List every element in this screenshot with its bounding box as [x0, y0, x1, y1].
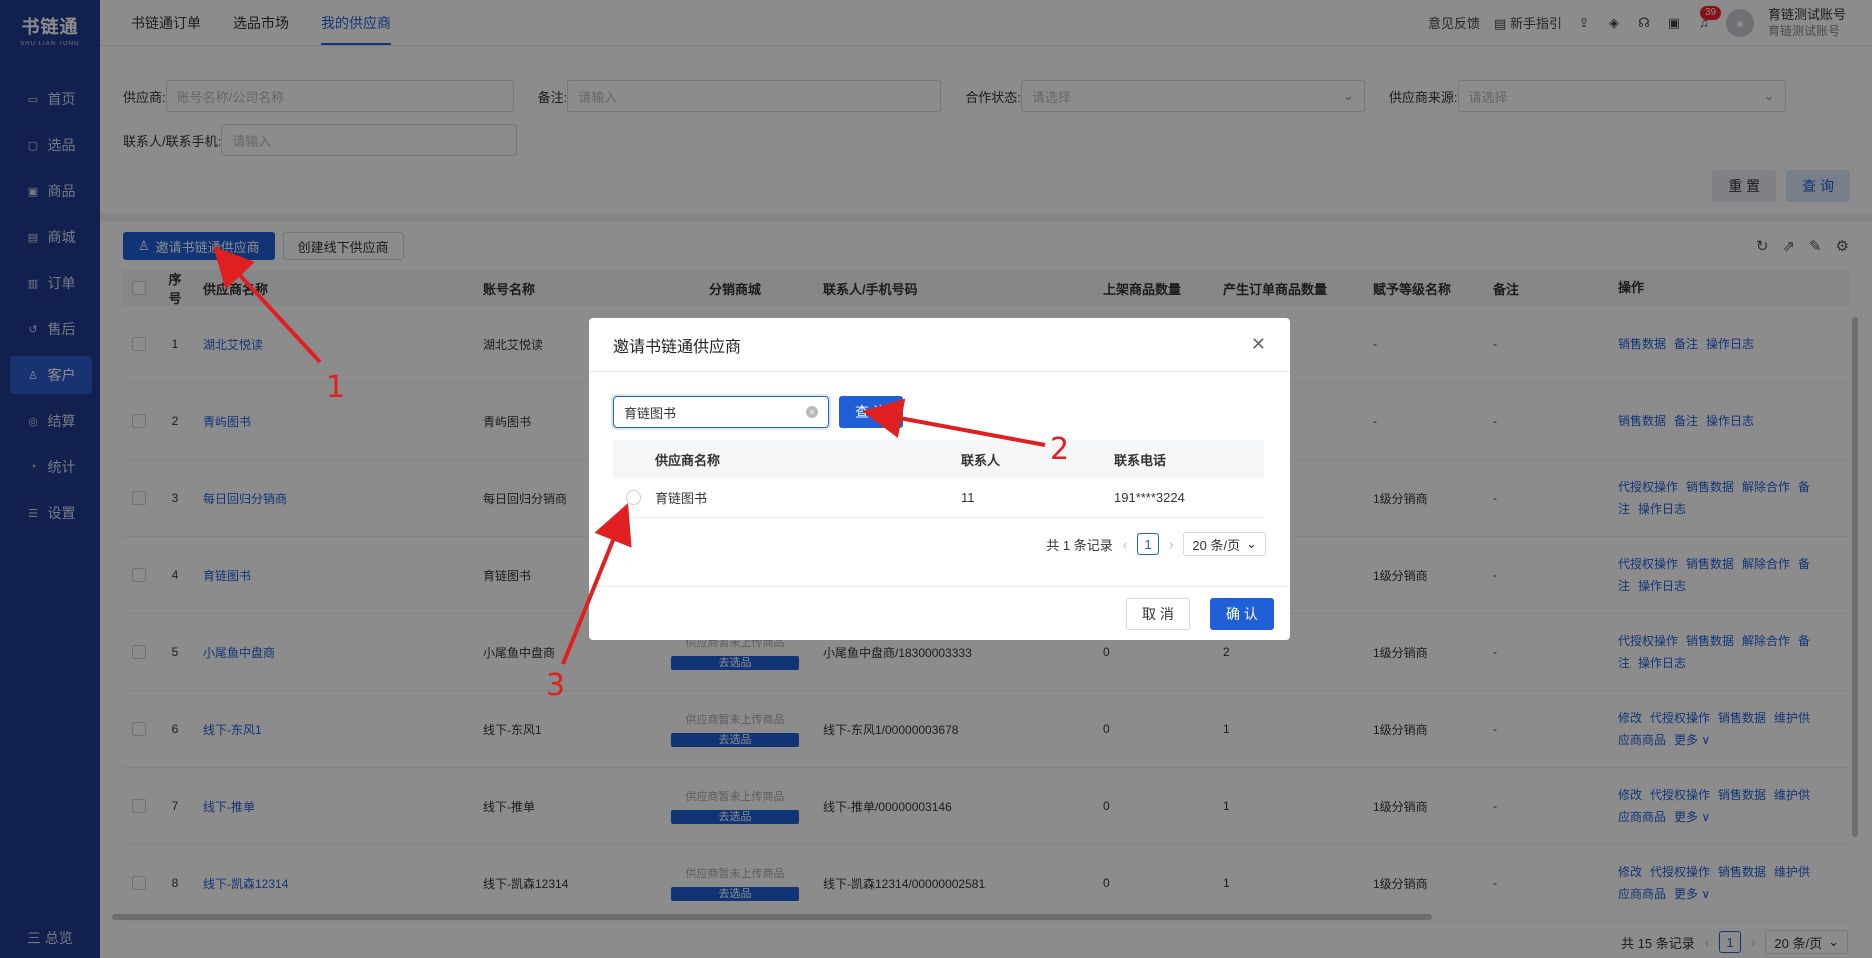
modal-table-header: 供应商名称 联系人 联系电话 — [613, 440, 1264, 478]
modal-table: 供应商名称 联系人 联系电话 育链图书 11 191****3224 — [613, 440, 1264, 518]
modal-footer: 取 消 确 认 — [589, 586, 1290, 640]
chevron-down-icon: ⌄ — [1246, 536, 1257, 551]
modal-search: 育链图书 × 查 询 — [613, 396, 1266, 428]
clear-icon[interactable]: × — [806, 406, 818, 418]
row-phone: 191****3224 — [1114, 490, 1185, 505]
cancel-button[interactable]: 取 消 — [1126, 597, 1190, 630]
modal-title: 邀请书链通供应商 — [613, 338, 742, 356]
row-contact: 11 — [961, 490, 975, 505]
confirm-button[interactable]: 确 认 — [1210, 597, 1274, 630]
close-icon[interactable]: ✕ — [1251, 334, 1266, 355]
modal-page-size-label: 20 条/页 — [1192, 537, 1241, 553]
modal-search-input[interactable]: 育链图书 × — [613, 396, 829, 428]
next-page-icon[interactable]: › — [1169, 537, 1173, 552]
modal-table-row[interactable]: 育链图书 11 191****3224 — [613, 478, 1264, 518]
invite-modal: 邀请书链通供应商 ✕ 育链图书 × 查 询 供应商名称 联系人 联系电话 育链图… — [589, 318, 1290, 640]
modal-page-size-select[interactable]: 20 条/页 ⌄ — [1183, 532, 1266, 556]
search-value: 育链图书 — [624, 405, 677, 421]
prev-page-icon[interactable]: ‹ — [1123, 537, 1127, 552]
modal-total: 共 1 条记录 — [1046, 537, 1113, 553]
annotation-1: 1 — [326, 370, 346, 405]
select-radio[interactable] — [625, 490, 641, 505]
col-contact: 联系人 — [961, 452, 1001, 468]
annotation-3: 3 — [546, 668, 566, 703]
col-phone: 联系电话 — [1114, 452, 1167, 468]
row-supplier-name: 育链图书 — [655, 491, 708, 506]
modal-query-button[interactable]: 查 询 — [839, 396, 903, 428]
modal-header: 邀请书链通供应商 ✕ — [589, 318, 1290, 372]
annotation-2: 2 — [1050, 432, 1070, 467]
modal-current-page[interactable]: 1 — [1137, 533, 1160, 555]
modal-pager: 共 1 条记录 ‹ 1 › 20 条/页 ⌄ — [613, 532, 1266, 556]
col-supplier-name: 供应商名称 — [655, 452, 721, 468]
